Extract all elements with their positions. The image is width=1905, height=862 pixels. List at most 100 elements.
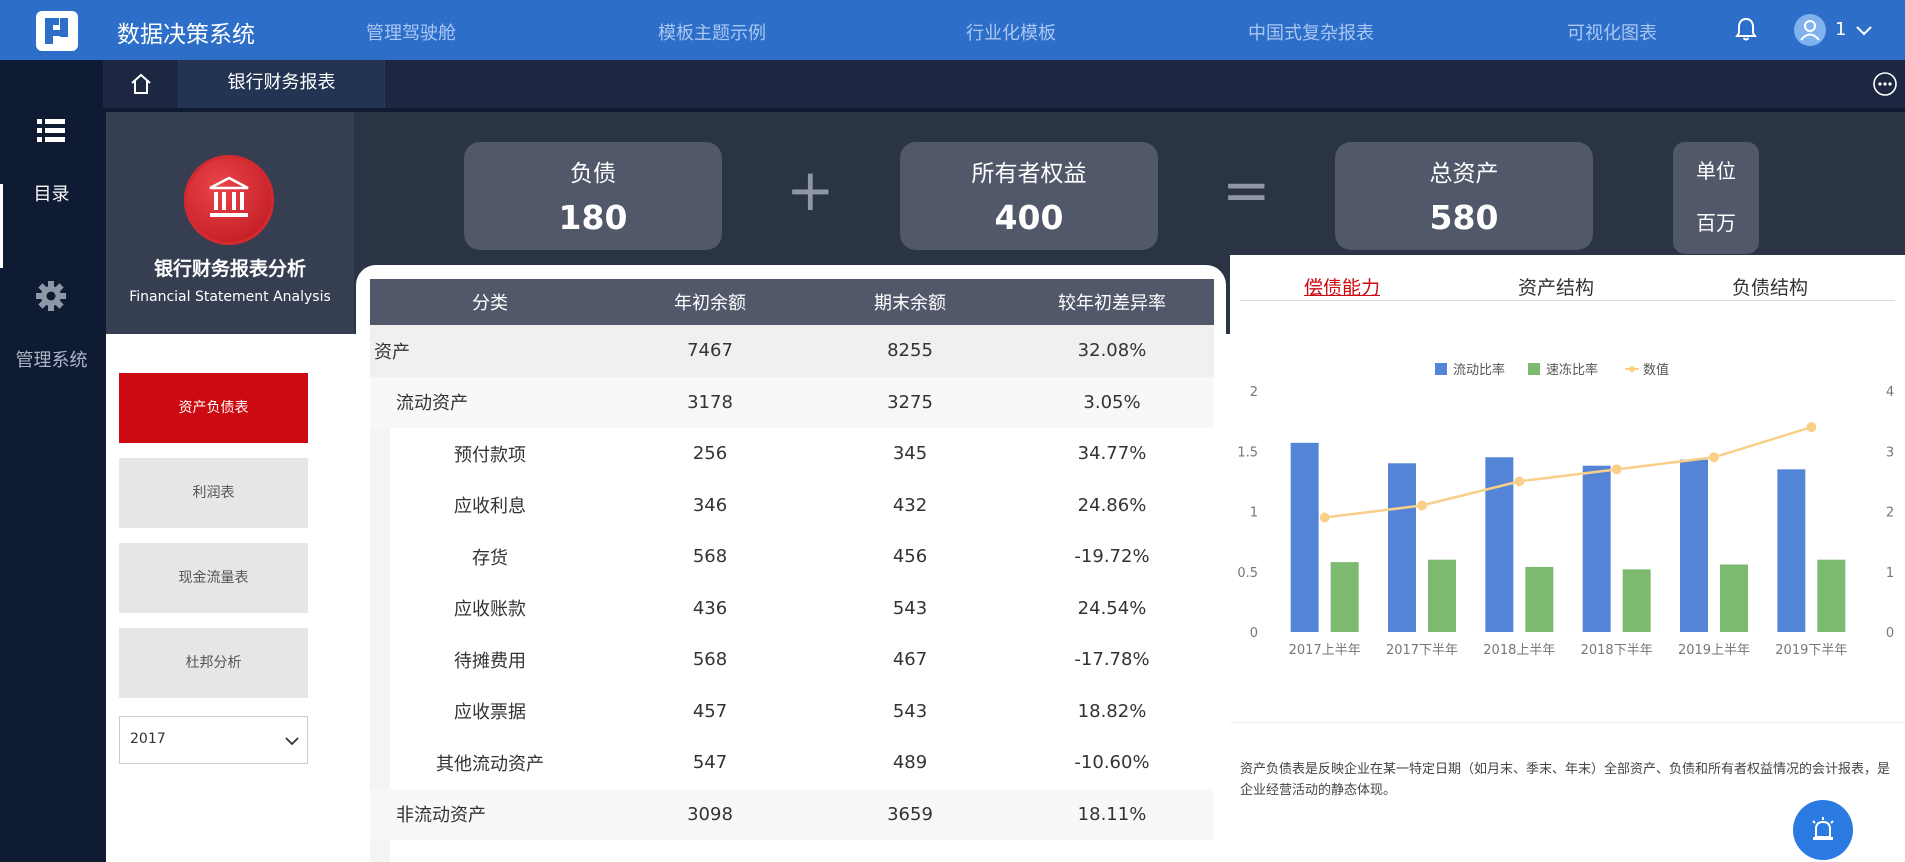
bar-quick-ratio xyxy=(1525,566,1554,632)
value-point xyxy=(1417,500,1427,511)
row-end-balance: 467 xyxy=(892,649,928,671)
row-end-balance: 456 xyxy=(892,546,928,568)
legend-swatch xyxy=(1528,363,1540,375)
brand-title: 银行财务报表分析 xyxy=(153,258,306,280)
y-tick-right: 2 xyxy=(1886,506,1894,521)
y-tick-right: 3 xyxy=(1886,445,1894,460)
menu-dupont[interactable]: 杜邦分析 xyxy=(119,628,308,698)
table-row[interactable]: 流动资产 3178 3275 3.05% xyxy=(370,376,1214,428)
chart-tabs: 偿债能力 资产结构 负债结构 xyxy=(1240,255,1895,301)
bar-current-ratio xyxy=(1582,465,1611,632)
table-row[interactable]: 其他流动资产 547 489 -10.60% xyxy=(370,737,1214,789)
description-text: 资产负债表是反映企业在某一特定日期（如月末、季末、年末）全部资产、负债和所有者权… xyxy=(1240,762,1891,798)
gear-icon[interactable] xyxy=(35,280,67,312)
x-tick-label: 2019上半年 xyxy=(1678,643,1750,658)
app-logo[interactable] xyxy=(36,11,78,51)
menu-income-statement[interactable]: 利润表 xyxy=(119,458,308,528)
legend-label: 数值 xyxy=(1643,362,1669,378)
row-category: 流动资产 xyxy=(396,393,468,415)
chart-card: 偿债能力 资产结构 负债结构 流动比率 速冻比率 数值 0 0.5 1 1.5 2 0 1 2 3 4 2… xyxy=(1230,255,1905,705)
value-point xyxy=(1611,464,1622,475)
table-row[interactable]: 资产 7467 8255 32.08% xyxy=(370,325,1214,377)
legend-swatch-dot xyxy=(1629,366,1635,372)
row-diff-rate: 24.86% xyxy=(1077,494,1147,516)
app-title: 数据决策系统 xyxy=(117,22,255,48)
nav-item-visual-charts[interactable]: 可视化图表 xyxy=(1567,19,1657,45)
row-diff-rate: 18.11% xyxy=(1077,803,1147,825)
x-tick-label: 2017上半年 xyxy=(1289,643,1361,658)
row-end-balance: 543 xyxy=(892,700,928,722)
plus-sign: + xyxy=(786,156,835,224)
user-name[interactable]: 1 xyxy=(1835,19,1846,40)
row-diff-rate: -19.72% xyxy=(1074,546,1150,568)
tab-bar: 银行财务报表 xyxy=(103,60,1905,108)
table-row[interactable]: 应收账款 436 543 24.54% xyxy=(370,583,1214,635)
unit-value: 百万 xyxy=(1696,211,1736,235)
y-tick-left: 0.5 xyxy=(1237,566,1258,581)
row-category: 待摊费用 xyxy=(454,650,526,672)
table-row[interactable]: 应收利息 346 432 24.86% xyxy=(370,480,1214,532)
list-icon[interactable] xyxy=(35,115,67,147)
home-tab[interactable] xyxy=(103,60,179,108)
rail-admin-label[interactable]: 管理系统 xyxy=(0,346,103,372)
header-diff-rate: 较年初差异率 xyxy=(1058,293,1166,314)
legend-label: 速冻比率 xyxy=(1546,362,1598,378)
brand-panel: 银行财务报表分析 Financial Statement Analysis xyxy=(106,112,354,334)
row-end-balance: 345 xyxy=(892,443,928,465)
bar-current-ratio xyxy=(1388,463,1416,632)
menu-balance-sheet[interactable]: 资产负债表 xyxy=(119,373,308,443)
header-category: 分类 xyxy=(472,293,508,314)
row-start-balance: 547 xyxy=(692,752,728,774)
nav-item-template-examples[interactable]: 模板主题示例 xyxy=(658,19,766,45)
tab-bank-financial-report[interactable]: 银行财务报表 xyxy=(179,60,385,108)
row-diff-rate: 18.82% xyxy=(1077,700,1147,722)
nav-item-complex-reports[interactable]: 中国式复杂报表 xyxy=(1248,19,1374,45)
row-end-balance: 3275 xyxy=(887,391,933,413)
tab-liability-structure[interactable]: 负债结构 xyxy=(1732,273,1808,300)
bar-quick-ratio xyxy=(1428,559,1456,632)
nav-item-cockpit[interactable]: 管理驾驶舱 xyxy=(366,19,456,45)
menu-cash-flow[interactable]: 现金流量表 xyxy=(119,543,308,613)
bar-quick-ratio xyxy=(1720,564,1748,632)
row-category: 应收账款 xyxy=(454,599,526,621)
chevron-down-icon[interactable] xyxy=(1854,20,1874,40)
table-row[interactable]: 预付款项 256 345 34.77% xyxy=(370,428,1214,480)
tab-solvency[interactable]: 偿债能力 xyxy=(1304,273,1380,300)
tab-asset-structure[interactable]: 资产结构 xyxy=(1518,273,1594,300)
kpi-value: 580 xyxy=(1429,198,1499,237)
row-diff-rate: 24.54% xyxy=(1077,597,1147,619)
x-tick-label: 2017下半年 xyxy=(1386,643,1458,658)
alarm-button[interactable] xyxy=(1793,800,1853,860)
row-start-balance: 346 xyxy=(692,494,728,516)
year-select-value: 2017 xyxy=(130,731,166,747)
row-end-balance: 3659 xyxy=(887,803,933,825)
kpi-total-assets: 总资产 580 xyxy=(1335,142,1593,250)
bar-current-ratio xyxy=(1680,459,1708,632)
table-row[interactable]: 待摊费用 568 467 -17.78% xyxy=(370,634,1214,686)
y-tick-right: 4 xyxy=(1886,385,1894,400)
row-end-balance: 8255 xyxy=(887,340,933,362)
table-row[interactable]: 非流动资产 3098 3659 18.11% xyxy=(370,788,1214,840)
row-category: 资产 xyxy=(374,341,410,363)
table-header: 分类 年初余额 期末余额 较年初差异率 xyxy=(370,279,1214,325)
dashboard: 银行财务报表分析 Financial Statement Analysis 负债… xyxy=(106,112,1905,862)
user-avatar[interactable] xyxy=(1794,14,1826,46)
table-row[interactable]: 应收票据 457 543 18.82% xyxy=(370,686,1214,738)
row-category: 预付款项 xyxy=(454,444,526,466)
y-tick-left: 2 xyxy=(1250,385,1258,400)
row-category: 应收票据 xyxy=(454,702,526,724)
table-row[interactable]: 存货 568 456 -19.72% xyxy=(370,531,1214,583)
home-icon xyxy=(131,73,151,94)
chevron-down-icon xyxy=(285,737,299,746)
y-tick-right: 1 xyxy=(1886,566,1894,581)
year-select[interactable]: 2017 xyxy=(119,716,308,764)
nav-item-industry-templates[interactable]: 行业化模板 xyxy=(966,19,1056,45)
rail-menu-label[interactable]: 目录 xyxy=(0,180,103,206)
brand-subtitle: Financial Statement Analysis xyxy=(129,289,331,305)
bell-icon[interactable] xyxy=(1734,16,1758,42)
more-icon[interactable] xyxy=(1872,71,1898,97)
row-end-balance: 489 xyxy=(892,752,928,774)
value-point xyxy=(1806,422,1817,433)
kpi-value: 180 xyxy=(558,198,628,237)
kpi-value: 400 xyxy=(994,198,1064,237)
